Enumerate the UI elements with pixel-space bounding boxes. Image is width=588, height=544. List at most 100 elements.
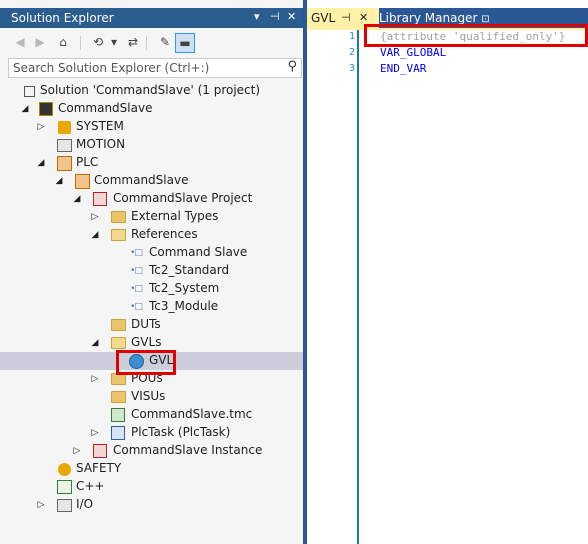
expand-arrow-icon[interactable]: ▷ (90, 211, 100, 223)
tree-item-references[interactable]: ◢ References (0, 226, 303, 244)
tree-item-plc-project[interactable]: ◢ CommandSlave (0, 172, 303, 190)
highlight-box (116, 350, 176, 375)
search-box[interactable]: Search Solution Explorer (Ctrl+:) ⚲ (8, 58, 302, 78)
tree-item-io[interactable]: ▷ I/O (0, 496, 303, 514)
tree-item-reference[interactable]: •□ Command Slave (0, 244, 303, 262)
tree-item-label: References (131, 227, 198, 241)
tree-item-solution[interactable]: Solution 'CommandSlave' (1 project) (0, 82, 303, 100)
tree-item-label: Tc2_System (149, 281, 220, 295)
twincat-project-icon (38, 101, 54, 117)
cpp-icon (56, 479, 72, 495)
line-number: 3 (348, 63, 355, 74)
tree-item-plctask[interactable]: ▷ PlcTask (PlcTask) (0, 424, 303, 442)
pin-icon[interactable]: ⊣ (341, 8, 351, 28)
tree-item-label: CommandSlave Instance (113, 443, 263, 457)
tree-item-cpp[interactable]: C++ (0, 478, 303, 496)
tree-item-label: SYSTEM (76, 119, 124, 133)
expand-arrow-icon[interactable]: ▷ (72, 445, 82, 457)
solution-icon (21, 83, 37, 99)
back-icon[interactable]: ◀ (12, 34, 28, 50)
tree-item-label: Tc2_Standard (149, 263, 230, 277)
search-input[interactable]: Search Solution Explorer (Ctrl+:) (13, 61, 209, 75)
motion-icon (56, 137, 72, 153)
solution-explorer-panel: Solution Explorer ▾ ⊣ ✕ ◀ ▶ ⌂ ⟲ ▾ ⇄ ✎ ▬ … (0, 0, 303, 544)
tree-item-label: CommandSlave Project (113, 191, 253, 205)
tree-item-project[interactable]: ◢ CommandSlave (0, 100, 303, 118)
line-number-gutter: 1 2 3 (307, 30, 357, 544)
search-icon[interactable]: ⚲ (287, 59, 297, 74)
tree-item-motion[interactable]: MOTION (0, 136, 303, 154)
expand-arrow-icon[interactable]: ▷ (36, 121, 46, 133)
line-number: 1 (348, 31, 355, 42)
io-icon (56, 497, 72, 513)
chevron-down-icon[interactable]: ▾ (106, 34, 122, 50)
forward-icon[interactable]: ▶ (32, 34, 48, 50)
collapse-arrow-icon[interactable]: ◢ (36, 157, 46, 169)
tree-item-label: CommandSlave (58, 101, 153, 115)
toolbar-separator (80, 36, 81, 50)
reference-icon: •□ (130, 266, 143, 276)
code-line-var-global[interactable]: VAR_GLOBAL (380, 46, 446, 59)
collapse-arrow-icon[interactable]: ◢ (90, 337, 100, 349)
tree-item-label: PLC (76, 155, 99, 169)
tree-item-plc[interactable]: ◢ PLC (0, 154, 303, 172)
reference-icon: •□ (130, 284, 143, 294)
tree-item-visus[interactable]: VISUs (0, 388, 303, 406)
expand-arrow-icon[interactable]: ▷ (90, 373, 100, 385)
tree-item-safety[interactable]: SAFETY (0, 460, 303, 478)
folder-icon (110, 389, 126, 405)
tree-item-reference[interactable]: •□ Tc2_Standard (0, 262, 303, 280)
collapse-arrow-icon[interactable]: ◢ (90, 229, 100, 241)
tree-item-label: VISUs (131, 389, 166, 403)
properties-wrench-icon[interactable]: ✎ (157, 34, 173, 50)
solution-explorer-title-bar: Solution Explorer ▾ ⊣ ✕ (0, 8, 303, 28)
folder-icon (110, 209, 126, 225)
close-icon[interactable]: ✕ (287, 10, 296, 23)
toolbar-separator (146, 36, 147, 50)
panel-title: Solution Explorer (11, 11, 114, 25)
tree-item-label: GVLs (131, 335, 162, 349)
tree-item-label: MOTION (76, 137, 126, 151)
task-icon (110, 425, 126, 441)
tree-item-tmc[interactable]: CommandSlave.tmc (0, 406, 303, 424)
tree-item-label: Command Slave (149, 245, 248, 259)
collapse-arrow-icon[interactable]: ◢ (20, 103, 30, 115)
tree-item-label: SAFETY (76, 461, 122, 475)
expand-arrow-icon[interactable]: ▷ (90, 427, 100, 439)
home-icon[interactable]: ⌂ (55, 34, 71, 50)
tree-item-plc-subproject[interactable]: ◢ CommandSlave Project (0, 190, 303, 208)
dropdown-icon[interactable]: ▾ (254, 10, 260, 23)
tree-item-system[interactable]: ▷ SYSTEM (0, 118, 303, 136)
tree-item-reference[interactable]: •□ Tc3_Module (0, 298, 303, 316)
folder-icon (110, 317, 126, 333)
tree-item-reference[interactable]: •□ Tc2_System (0, 280, 303, 298)
line-number: 2 (348, 47, 355, 58)
tree-item-external-types[interactable]: ▷ External Types (0, 208, 303, 226)
tree-item-label: CommandSlave.tmc (131, 407, 253, 421)
tmc-file-icon (110, 407, 126, 423)
plc-icon (56, 155, 72, 171)
project-icon (92, 191, 108, 207)
collapse-arrow-icon[interactable]: ◢ (72, 193, 82, 205)
tree-item-label: Tc3_Module (149, 299, 219, 313)
code-line-end-var[interactable]: END_VAR (380, 62, 426, 75)
sync-icon[interactable]: ⇄ (125, 34, 141, 50)
tree-item-label: I/O (76, 497, 94, 511)
folder-open-icon (110, 335, 126, 351)
safety-icon (56, 461, 72, 477)
pin-icon[interactable]: ⊣ (270, 10, 280, 23)
history-icon[interactable]: ⟲ (90, 34, 106, 50)
tree-item-label: PlcTask (PlcTask) (131, 425, 231, 439)
reference-icon: •□ (130, 302, 143, 312)
editor-panel: GVL ⊣ ✕ Library Manager ⊡ 1 2 3 {attribu… (307, 0, 588, 544)
expand-arrow-icon[interactable]: ▷ (36, 499, 46, 511)
collapse-arrow-icon[interactable]: ◢ (54, 175, 64, 187)
tree-item-duts[interactable]: DUTs (0, 316, 303, 334)
system-icon (56, 119, 72, 135)
instance-icon (92, 443, 108, 459)
preview-toggle-icon[interactable]: ▬ (175, 33, 195, 53)
solution-explorer-toolbar: ◀ ▶ ⌂ ⟲ ▾ ⇄ ✎ ▬ (0, 30, 303, 56)
gutter-bar (357, 30, 359, 544)
tab-label: Library Manager (379, 11, 478, 25)
tree-item-instance[interactable]: ▷ CommandSlave Instance (0, 442, 303, 460)
